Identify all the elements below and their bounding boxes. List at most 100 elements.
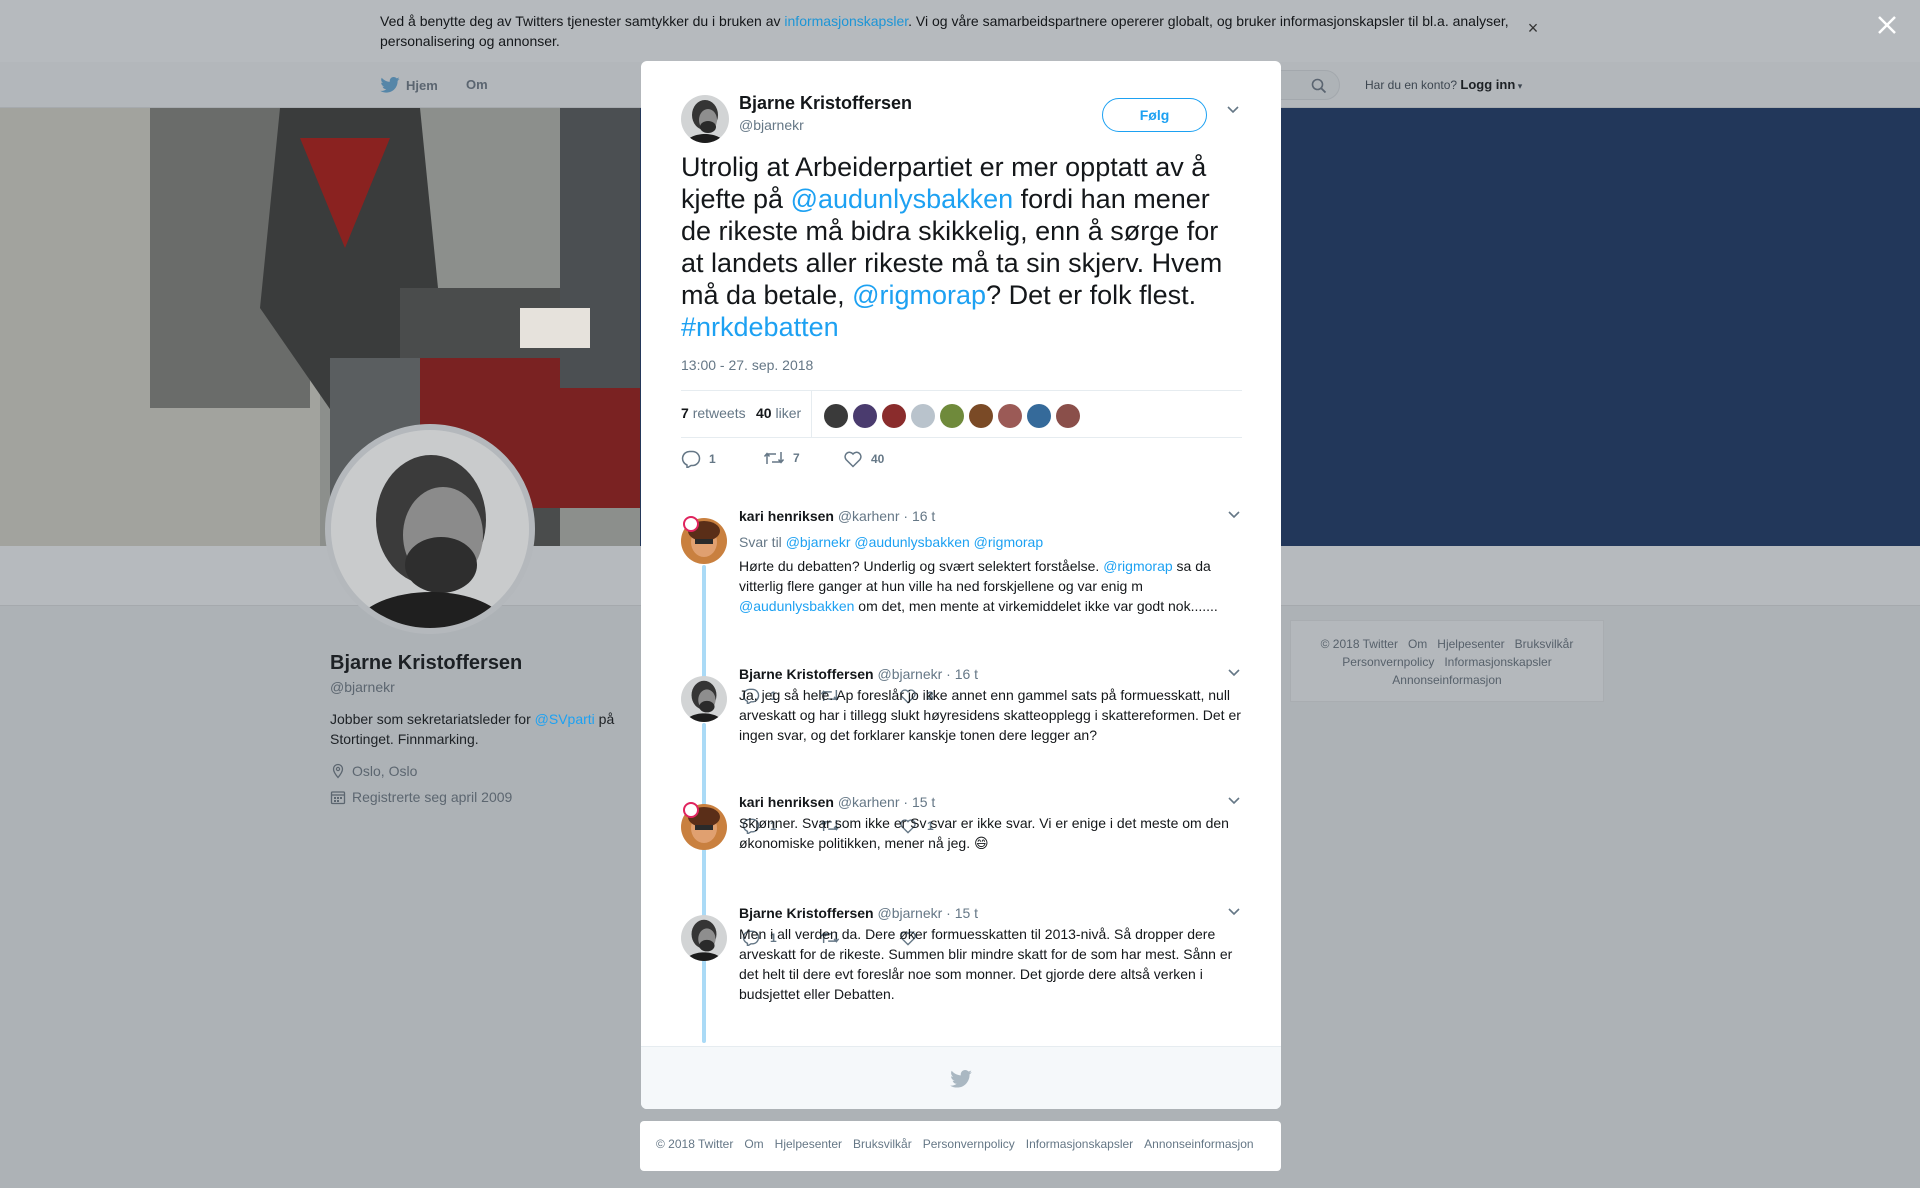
hashtag-link[interactable]: #nrkdebatten: [681, 312, 839, 342]
reply-author-handle[interactable]: @bjarnekr: [877, 666, 942, 682]
reply-header: Bjarne Kristoffersen @bjarnekr · 15 t: [739, 905, 978, 921]
stats-divider: [811, 391, 812, 437]
liker-avatar[interactable]: [1027, 404, 1051, 428]
login-link[interactable]: Logg inn: [1460, 77, 1515, 92]
reply-author-name[interactable]: kari henriksen: [739, 794, 834, 810]
liker-avatar[interactable]: [969, 404, 993, 428]
main-tweet-avatar[interactable]: [681, 95, 729, 143]
mention-link[interactable]: @audunlysbakken: [791, 184, 1014, 214]
mention-link[interactable]: @audunlysbakken: [854, 534, 969, 550]
modal-footer-strip: [641, 1046, 1281, 1109]
liker-avatar[interactable]: [940, 404, 964, 428]
reply-time[interactable]: · 16 t: [946, 666, 978, 682]
mention-link[interactable]: @bjarnekr: [786, 534, 851, 550]
cookie-link[interactable]: informasjonskapsler: [784, 13, 908, 29]
side-footer-link[interactable]: Hjelpesenter: [1437, 637, 1504, 651]
profile-card: Bjarne Kristoffersen @bjarnekr Jobber so…: [330, 652, 650, 805]
profile-handle[interactable]: @bjarnekr: [330, 679, 650, 695]
liker-avatar[interactable]: [824, 404, 848, 428]
reply-icon: [681, 450, 701, 468]
reply-author-handle[interactable]: @karhenr: [838, 794, 900, 810]
chevron-down-icon[interactable]: [1227, 668, 1241, 678]
likes-stat[interactable]: 40 liker: [756, 405, 801, 421]
side-footer-link[interactable]: Annonseinformasjon: [1392, 673, 1501, 687]
heart-icon: [844, 451, 862, 468]
retweet-icon: [763, 452, 785, 464]
like-count: 40: [871, 452, 885, 466]
liker-avatar[interactable]: [882, 404, 906, 428]
retweets-stat[interactable]: 7 retweets: [681, 405, 746, 421]
reply-avatar[interactable]: [681, 915, 727, 961]
footer-link[interactable]: Hjelpesenter: [775, 1137, 842, 1151]
footer-link[interactable]: Bruksvilkår: [853, 1137, 912, 1151]
reply-header: Bjarne Kristoffersen @bjarnekr · 16 t: [739, 666, 978, 682]
reply-tweet: Bjarne Kristoffersen @bjarnekr · 15 t Me…: [681, 905, 1242, 1093]
reply-avatar-image: [681, 676, 727, 722]
liker-avatar[interactable]: [911, 404, 935, 428]
reply-author-handle[interactable]: @bjarnekr: [877, 905, 942, 921]
main-tweet-author-handle[interactable]: @bjarnekr: [739, 117, 804, 133]
follow-button[interactable]: Følg: [1102, 98, 1207, 132]
like-button[interactable]: 40: [843, 450, 884, 468]
liker-avatar[interactable]: [1056, 404, 1080, 428]
reply-author-name[interactable]: Bjarne Kristoffersen: [739, 666, 874, 682]
emoji-grin: 😄: [974, 835, 989, 851]
mention-link[interactable]: @rigmorap: [974, 534, 1043, 550]
mention-link[interactable]: @rigmorap: [1103, 558, 1172, 574]
profile-location-text: Oslo, Oslo: [352, 763, 418, 779]
footer-link[interactable]: © 2018 Twitter: [656, 1137, 733, 1151]
reply-avatar[interactable]: [681, 676, 727, 722]
chevron-down-icon[interactable]: [1227, 907, 1241, 917]
footer-link[interactable]: Informasjonskapsler: [1026, 1137, 1133, 1151]
bio-mention-link[interactable]: @SVparti: [535, 711, 595, 727]
reply-text: Hørte du debatten? Underlig og svært sel…: [739, 556, 1244, 616]
nav-home[interactable]: Hjem: [380, 77, 438, 93]
mention-link[interactable]: @audunlysbakken: [739, 598, 854, 614]
reply-time[interactable]: · 15 t: [903, 794, 935, 810]
reply-header: kari henriksen @karhenr · 15 t: [739, 794, 935, 810]
party-badge-icon: [683, 516, 699, 532]
close-icon[interactable]: [1874, 12, 1900, 38]
side-footer-link[interactable]: © 2018 Twitter: [1321, 637, 1398, 651]
reply-time[interactable]: · 16 t: [903, 508, 935, 524]
reply-author-handle[interactable]: @karhenr: [838, 508, 900, 524]
chevron-down-icon[interactable]: [1227, 510, 1241, 520]
party-badge-icon: [683, 802, 699, 818]
footer-link[interactable]: Om: [744, 1137, 763, 1151]
cookie-text: Ved å benytte deg av Twitters tjenester …: [380, 11, 1510, 51]
profile-name[interactable]: Bjarne Kristoffersen: [330, 652, 650, 675]
chevron-down-icon[interactable]: [1227, 796, 1241, 806]
nav-about[interactable]: Om: [466, 77, 488, 92]
mention-link[interactable]: @rigmorap: [852, 280, 986, 310]
reply-time[interactable]: · 15 t: [946, 905, 978, 921]
profile-avatar[interactable]: [325, 424, 535, 634]
tweet-modal: Bjarne Kristoffersen @bjarnekr Følg Utro…: [641, 61, 1281, 1109]
profile-location: Oslo, Oslo: [330, 763, 650, 779]
cookie-close-button[interactable]: ×: [1525, 18, 1541, 39]
reply-header: kari henriksen @karhenr · 16 t: [739, 508, 935, 524]
side-footer-link[interactable]: Personvernpolicy: [1342, 655, 1434, 669]
footer-link[interactable]: Annonseinformasjon: [1144, 1137, 1253, 1151]
profile-bio: Jobber som sekretariatsleder for @SVpart…: [330, 709, 650, 749]
side-footer: © 2018 Twitter Om Hjelpesenter Bruksvilkår …: [1290, 620, 1604, 702]
liker-avatar[interactable]: [998, 404, 1022, 428]
chevron-down-icon[interactable]: [1226, 105, 1240, 115]
reply-button[interactable]: 1: [681, 450, 716, 468]
reply-author-name[interactable]: Bjarne Kristoffersen: [739, 905, 874, 921]
profile-joined-text: Registrerte seg april 2009: [352, 789, 513, 805]
likes-count: 40: [756, 405, 772, 421]
side-footer-link[interactable]: Bruksvilkår: [1515, 637, 1574, 651]
reply-text: Men i all verden da. Dere øker formuessk…: [739, 926, 1233, 1002]
profile-avatar-image: [331, 430, 529, 628]
main-tweet-timestamp[interactable]: 13:00 - 27. sep. 2018: [681, 357, 813, 373]
reply-to-label: Svar til: [739, 534, 782, 550]
reply-author-name[interactable]: kari henriksen: [739, 508, 834, 524]
footer-link[interactable]: Personvernpolicy: [923, 1137, 1015, 1151]
side-footer-link[interactable]: Om: [1408, 637, 1427, 651]
side-footer-link[interactable]: Informasjonskapsler: [1444, 655, 1551, 669]
search-icon: [1311, 78, 1327, 94]
liker-avatar[interactable]: [853, 404, 877, 428]
main-tweet-actions: 1 7 40: [681, 450, 1242, 474]
retweet-button[interactable]: 7: [763, 450, 800, 466]
main-tweet-author-name[interactable]: Bjarne Kristoffersen: [739, 93, 912, 114]
